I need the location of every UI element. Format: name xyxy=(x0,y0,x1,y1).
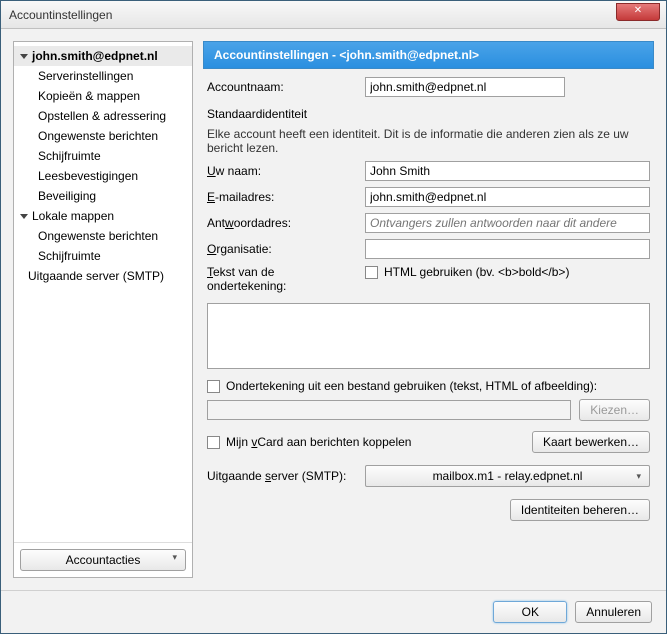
row-email: E-mailadres: xyxy=(207,187,650,207)
dialog-button-bar: OK Annuleren xyxy=(1,590,666,633)
row-org: Organisatie: xyxy=(207,239,650,259)
html-checkbox-row: HTML gebruiken (bv. <b>bold</b>) xyxy=(365,265,569,279)
window-title: Accountinstellingen xyxy=(9,8,112,22)
org-label: Organisatie: xyxy=(207,242,357,256)
html-checkbox-label: HTML gebruiken (bv. <b>bold</b>) xyxy=(384,265,569,279)
account-actions-row: Accountacties xyxy=(14,542,192,577)
vcard-row: Mijn vCard aan berichten koppelen Kaart … xyxy=(207,431,650,453)
manage-identities-button[interactable]: Identiteiten beheren… xyxy=(510,499,650,521)
tree-root-label: john.smith@edpnet.nl xyxy=(32,49,158,63)
smtp-select[interactable]: mailbox.m1 - relay.edpnet.nl xyxy=(365,465,650,487)
signature-textarea[interactable] xyxy=(207,303,650,369)
your-name-label: Uw naam: xyxy=(207,164,357,178)
choose-file-button[interactable]: Kiezen… xyxy=(579,399,650,421)
html-checkbox[interactable] xyxy=(365,266,378,279)
account-actions-label: Accountacties xyxy=(66,553,141,567)
titlebar: Accountinstellingen ✕ xyxy=(1,1,666,29)
org-input[interactable] xyxy=(365,239,650,259)
tree-item-local-junk[interactable]: Ongewenste berichten xyxy=(14,226,192,246)
choose-file-label: Kiezen… xyxy=(590,403,639,417)
row-reply: Antwoordadres: xyxy=(207,213,650,233)
cancel-button[interactable]: Annuleren xyxy=(575,601,652,623)
tree-item-local-disk[interactable]: Schijfruimte xyxy=(14,246,192,266)
sig-file-row: Ondertekening uit een bestand gebruiken … xyxy=(207,379,650,393)
account-settings-window: Accountinstellingen ✕ john.smith@edpnet.… xyxy=(0,0,667,634)
edit-card-button[interactable]: Kaart bewerken… xyxy=(532,431,650,453)
tree-item-label: Leesbevestigingen xyxy=(38,169,138,183)
default-identity-desc: Elke account heeft een identiteit. Dit i… xyxy=(207,127,650,155)
chevron-down-icon xyxy=(20,214,28,219)
reply-input[interactable] xyxy=(365,213,650,233)
tree-item-smtp[interactable]: Uitgaande server (SMTP) xyxy=(14,266,192,286)
your-name-input[interactable] xyxy=(365,161,650,181)
sidebar: john.smith@edpnet.nl Serverinstellingen … xyxy=(13,41,193,578)
tree-root-account[interactable]: john.smith@edpnet.nl xyxy=(14,46,192,66)
main-panel: Accountinstellingen - <john.smith@edpnet… xyxy=(203,41,654,578)
ok-label: OK xyxy=(522,605,539,619)
reply-label: Antwoordadres: xyxy=(207,216,357,230)
edit-card-label: Kaart bewerken… xyxy=(543,435,639,449)
tree-item-label: Serverinstellingen xyxy=(38,69,133,83)
tree-item-security[interactable]: Beveiliging xyxy=(14,186,192,206)
tree-item-label: Ongewenste berichten xyxy=(38,229,158,243)
tree-item-compose[interactable]: Opstellen & adressering xyxy=(14,106,192,126)
tree-item-copies[interactable]: Kopieën & mappen xyxy=(14,86,192,106)
tree-item-label: Schijfruimte xyxy=(38,249,101,263)
account-name-label: Accountnaam: xyxy=(207,80,357,94)
vcard-checkbox-row: Mijn vCard aan berichten koppelen xyxy=(207,435,524,449)
smtp-row: Uitgaande server (SMTP): mailbox.m1 - re… xyxy=(207,465,650,487)
panel-header: Accountinstellingen - <john.smith@edpnet… xyxy=(203,41,654,69)
tree-item-label: Beveiliging xyxy=(38,189,96,203)
tree-item-junk[interactable]: Ongewenste berichten xyxy=(14,126,192,146)
ok-button[interactable]: OK xyxy=(493,601,567,623)
sig-text-label: Tekst van de ondertekening: xyxy=(207,265,357,293)
chevron-down-icon xyxy=(20,54,28,59)
manage-identities-label: Identiteiten beheren… xyxy=(521,503,639,517)
tree-root-local[interactable]: Lokale mappen xyxy=(14,206,192,226)
sig-file-checkbox[interactable] xyxy=(207,380,220,393)
tree-item-label: Ongewenste berichten xyxy=(38,129,158,143)
smtp-selected-value: mailbox.m1 - relay.edpnet.nl xyxy=(433,469,583,483)
smtp-label: Uitgaande server (SMTP): xyxy=(207,469,357,483)
content-area: john.smith@edpnet.nl Serverinstellingen … xyxy=(1,29,666,590)
close-icon: ✕ xyxy=(634,5,642,16)
account-tree: john.smith@edpnet.nl Serverinstellingen … xyxy=(14,42,192,542)
cancel-label: Annuleren xyxy=(586,605,641,619)
close-button[interactable]: ✕ xyxy=(616,3,660,21)
default-identity-title: Standaardidentiteit xyxy=(207,107,650,121)
tree-smtp-label: Uitgaande server (SMTP) xyxy=(28,269,164,283)
vcard-label: Mijn vCard aan berichten koppelen xyxy=(226,435,411,449)
row-account-name: Accountnaam: xyxy=(207,77,650,97)
sig-file-path-row: Kiezen… xyxy=(207,399,650,421)
tree-item-receipts[interactable]: Leesbevestigingen xyxy=(14,166,192,186)
sig-file-label: Ondertekening uit een bestand gebruiken … xyxy=(226,379,597,393)
panel-body: Accountnaam: Standaardidentiteit Elke ac… xyxy=(203,69,654,578)
identities-row: Identiteiten beheren… xyxy=(207,499,650,521)
vcard-checkbox[interactable] xyxy=(207,436,220,449)
tree-item-server[interactable]: Serverinstellingen xyxy=(14,66,192,86)
tree-item-label: Schijfruimte xyxy=(38,149,101,163)
row-your-name: Uw naam: xyxy=(207,161,650,181)
email-label: E-mailadres: xyxy=(207,190,357,204)
account-actions-button[interactable]: Accountacties xyxy=(20,549,186,571)
email-input[interactable] xyxy=(365,187,650,207)
tree-local-label: Lokale mappen xyxy=(32,209,114,223)
tree-item-disk[interactable]: Schijfruimte xyxy=(14,146,192,166)
tree-item-label: Opstellen & adressering xyxy=(38,109,166,123)
tree-item-label: Kopieën & mappen xyxy=(38,89,140,103)
row-sig-text: Tekst van de ondertekening: HTML gebruik… xyxy=(207,265,650,293)
sig-file-path-input[interactable] xyxy=(207,400,571,420)
account-name-input[interactable] xyxy=(365,77,565,97)
